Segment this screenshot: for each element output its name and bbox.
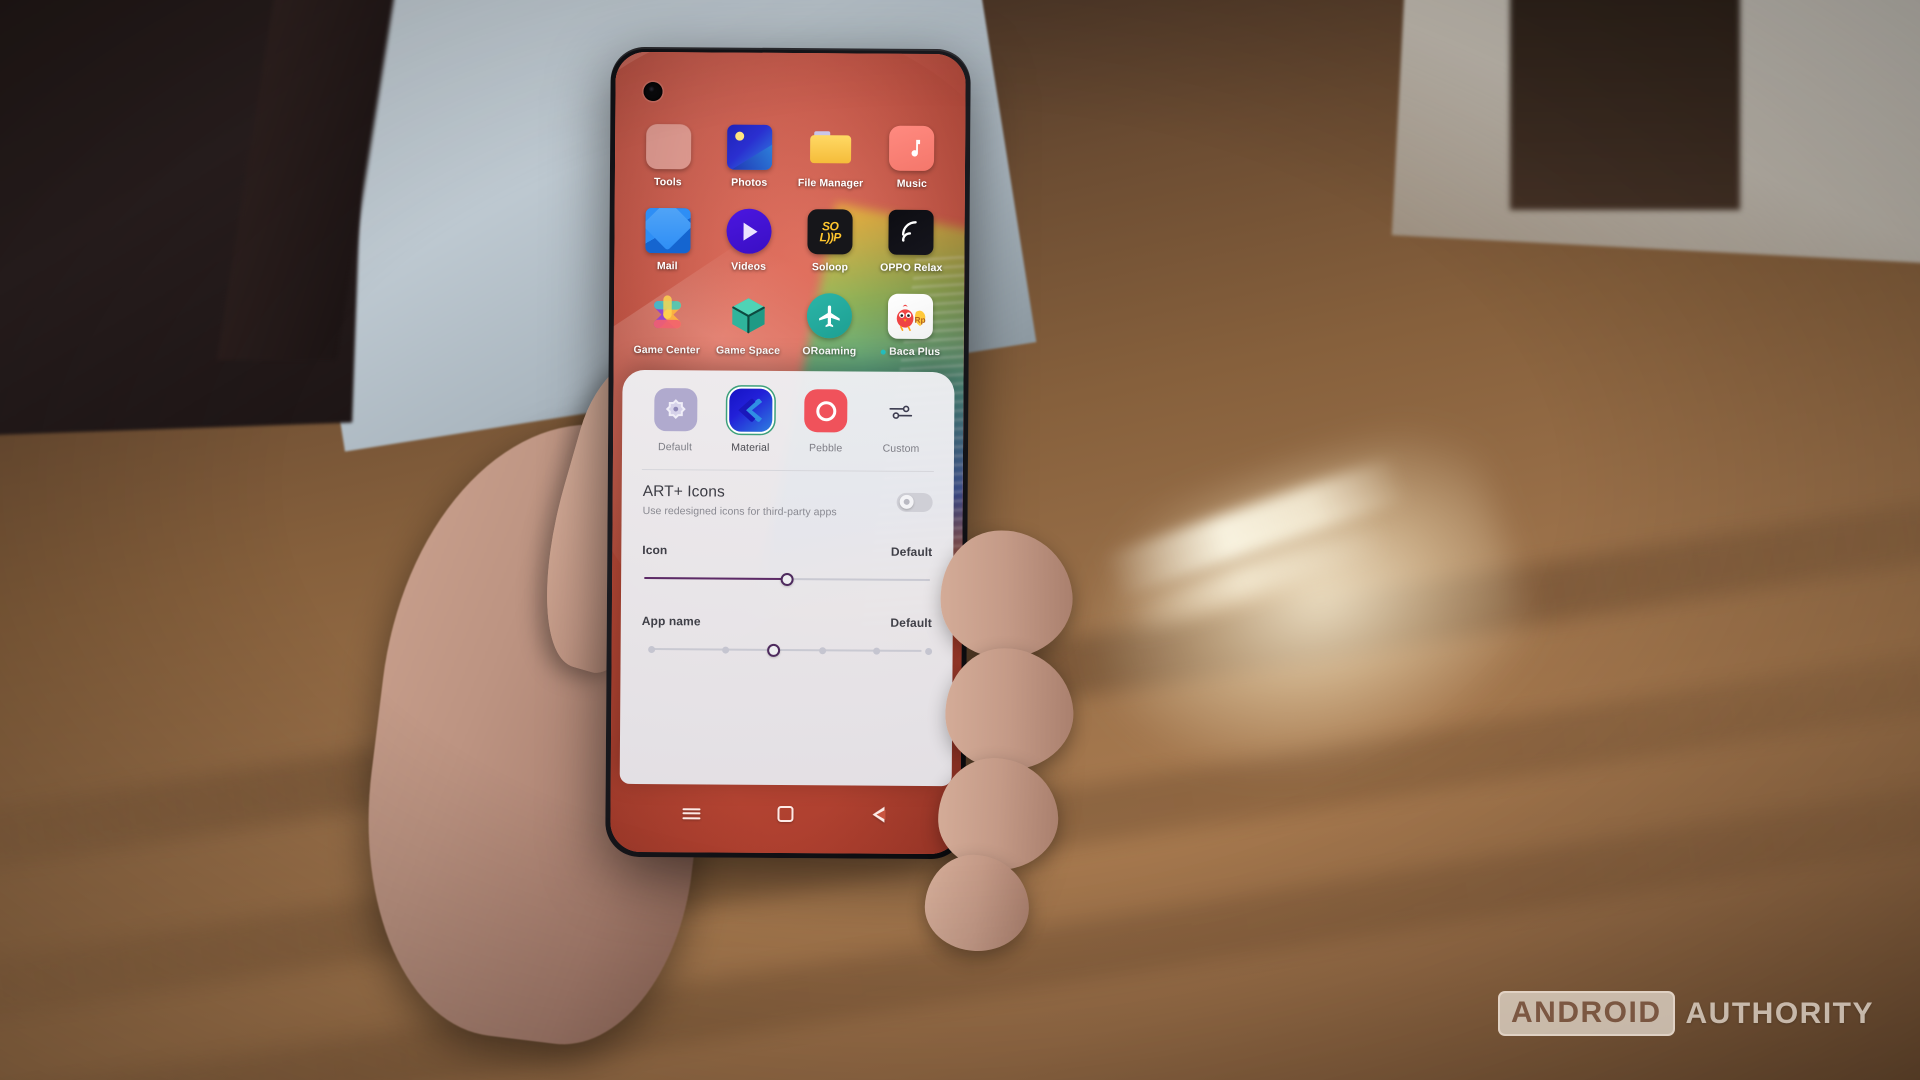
vignette [0,0,1920,1080]
watermark: ANDROID AUTHORITY [1498,991,1874,1036]
watermark-plain-text: AUTHORITY [1685,996,1874,1030]
scene-photo: Tools Photos File Manager [0,0,1920,1080]
watermark-boxed-text: ANDROID [1498,991,1675,1036]
